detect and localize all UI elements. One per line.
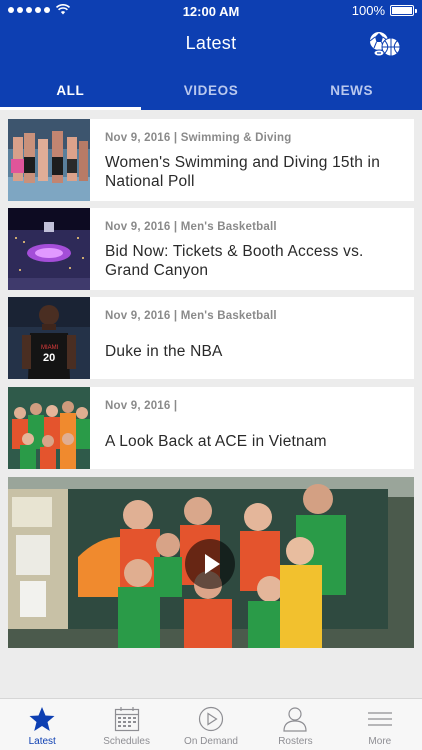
tabbar-label: Rosters bbox=[278, 736, 313, 747]
item-title: A Look Back at ACE in Vietnam bbox=[105, 433, 327, 450]
tabbar-label: More bbox=[368, 736, 392, 747]
tabbar-schedules[interactable]: Schedules bbox=[84, 699, 168, 750]
tabbar-label: Schedules bbox=[103, 736, 150, 747]
news-feed: Nov 9, 2016 | Swimming & Diving Women's … bbox=[0, 110, 422, 698]
basketball-player-thumbnail: MIAMI 20 bbox=[8, 297, 90, 379]
tabbar-rosters[interactable]: Rosters bbox=[253, 699, 337, 750]
battery-percent: 100% bbox=[351, 3, 385, 18]
status-bar: 12:00 AM 100% bbox=[0, 0, 422, 22]
feed-item-ace-vietnam[interactable]: Nov 9, 2016 | A Look Back at ACE in Viet… bbox=[8, 387, 414, 469]
tab-all[interactable]: ALL bbox=[0, 72, 141, 110]
sports-balls-icon[interactable] bbox=[368, 28, 402, 58]
menu-lines-icon bbox=[367, 712, 392, 726]
tabbar-label: On Demand bbox=[184, 736, 238, 747]
content-tabs: ALL VIDEOS NEWS bbox=[0, 72, 422, 110]
item-title: Women's Swimming and Diving 15th in Nati… bbox=[105, 154, 381, 190]
item-meta: Nov 9, 2016 | Men's Basketball bbox=[105, 221, 277, 233]
play-icon[interactable] bbox=[185, 539, 235, 589]
video-item[interactable] bbox=[8, 477, 414, 648]
item-meta: Nov 9, 2016 | Swimming & Diving bbox=[105, 132, 292, 144]
feed-item-duke-nba[interactable]: MIAMI 20 Nov 9, 2016 | Men's Basketball … bbox=[8, 297, 414, 379]
tabbar-label: Latest bbox=[28, 736, 56, 747]
tabbar-latest[interactable]: Latest bbox=[0, 699, 84, 750]
app-header: 12:00 AM 100% Latest ALL VIDEOS NEWS bbox=[0, 0, 422, 110]
tabbar-more[interactable]: More bbox=[338, 699, 422, 750]
item-meta: Nov 9, 2016 | bbox=[105, 400, 178, 412]
arena-thumbnail bbox=[8, 208, 90, 290]
calendar-icon bbox=[114, 707, 139, 732]
battery-status: 100% bbox=[351, 3, 417, 18]
person-icon bbox=[283, 707, 308, 732]
item-meta: Nov 9, 2016 | Men's Basketball bbox=[105, 310, 277, 322]
play-circle-icon bbox=[198, 706, 224, 732]
feed-item-swimming[interactable]: Nov 9, 2016 | Swimming & Diving Women's … bbox=[8, 119, 414, 201]
tabbar-on-demand[interactable]: On Demand bbox=[169, 699, 253, 750]
feed-item-tickets[interactable]: Nov 9, 2016 | Men's Basketball Bid Now: … bbox=[8, 208, 414, 290]
svg-text:20: 20 bbox=[43, 352, 55, 364]
bottom-tab-bar: Latest Schedules On Demand Rosters More bbox=[0, 698, 422, 750]
group-photo-thumbnail bbox=[8, 387, 90, 469]
page-title: Latest bbox=[185, 33, 237, 53]
item-title: Duke in the NBA bbox=[105, 343, 223, 360]
battery-icon bbox=[390, 5, 417, 16]
star-icon bbox=[29, 707, 55, 731]
svg-text:MIAMI: MIAMI bbox=[41, 345, 59, 351]
tab-news[interactable]: NEWS bbox=[281, 72, 422, 110]
swimming-team-thumbnail bbox=[8, 119, 90, 201]
item-title: Bid Now: Tickets & Booth Access vs. Gran… bbox=[105, 243, 364, 279]
tab-videos[interactable]: VIDEOS bbox=[141, 72, 282, 110]
